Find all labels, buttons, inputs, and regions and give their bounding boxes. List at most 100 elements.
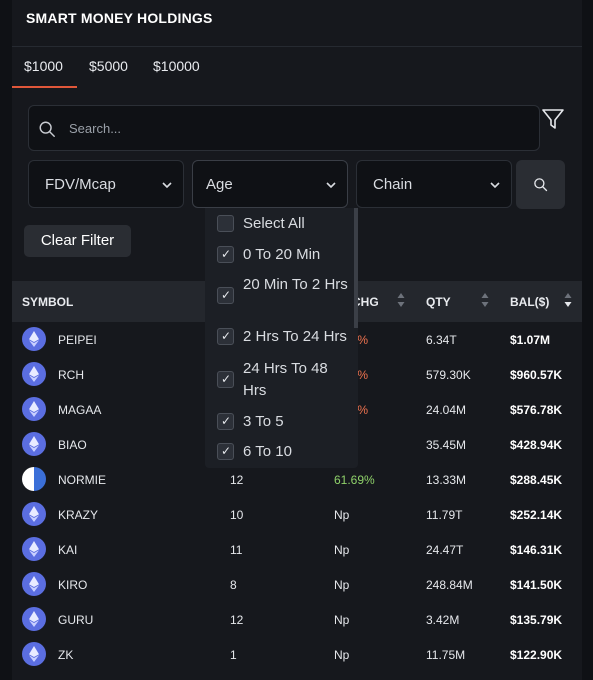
row-qty: 6.34T bbox=[426, 333, 457, 347]
age-option[interactable]: ✓ 0 To 20 Min bbox=[205, 244, 355, 266]
ethereum-icon bbox=[22, 607, 46, 631]
row-symbol: RCH bbox=[58, 368, 84, 382]
row-balance: $428.94K bbox=[510, 438, 563, 452]
row-qty: 13.33M bbox=[426, 473, 467, 487]
option-label: 3 To 5 bbox=[243, 413, 284, 430]
row-symbol: MAGAA bbox=[58, 403, 102, 417]
row-age: 10 bbox=[230, 508, 244, 522]
ethereum-icon bbox=[22, 467, 46, 491]
search-icon bbox=[534, 178, 548, 192]
row-symbol: KRAZY bbox=[58, 508, 99, 522]
row-balance: $146.31K bbox=[510, 543, 563, 557]
smart-money-panel: SMART MONEY HOLDINGS $1000 $5000 $10000 … bbox=[12, 0, 582, 680]
option-label: 24 Hrs To 48 Hrs bbox=[243, 360, 328, 399]
age-option[interactable]: Select All bbox=[205, 213, 355, 235]
chain-label: Chain bbox=[373, 176, 413, 193]
age-label: Age bbox=[206, 176, 233, 193]
row-balance: $1.07M bbox=[510, 333, 551, 347]
active-tab-indicator bbox=[12, 86, 77, 88]
check-icon: ✓ bbox=[221, 247, 232, 261]
row-balance: $135.79K bbox=[510, 613, 563, 627]
option-label: Select All bbox=[243, 215, 305, 232]
check-icon: ✓ bbox=[221, 372, 232, 386]
ethereum-icon bbox=[22, 642, 46, 666]
row-symbol: KAI bbox=[58, 543, 78, 557]
option-label: 0 To 20 Min bbox=[243, 246, 321, 263]
fdv-mcap-select[interactable]: FDV/Mcap bbox=[28, 160, 184, 208]
check-icon: ✓ bbox=[221, 288, 232, 302]
row-age: 8 bbox=[230, 578, 237, 592]
check-icon: ✓ bbox=[221, 444, 232, 458]
clear-filter-button[interactable]: Clear Filter bbox=[24, 225, 131, 257]
table-row[interactable]: KIRO 8 Np 248.84M $141.50K bbox=[12, 567, 582, 602]
column-balance[interactable]: BAL($) bbox=[510, 295, 549, 309]
tab-1000[interactable]: $1000 bbox=[24, 58, 63, 74]
chevron-down-icon bbox=[326, 182, 336, 189]
fdv-mcap-label: FDV/Mcap bbox=[45, 176, 116, 193]
row-symbol: NORMIE bbox=[58, 473, 106, 487]
age-option[interactable]: ✓ 24 Hrs To 48 Hrs bbox=[205, 358, 355, 402]
table-row[interactable]: KRAZY 10 Np 11.79T $252.14K bbox=[12, 497, 582, 532]
page-title: SMART MONEY HOLDINGS bbox=[26, 10, 213, 26]
search-input[interactable] bbox=[69, 106, 529, 150]
chevron-down-icon bbox=[490, 182, 500, 189]
row-balance: $122.90K bbox=[510, 648, 563, 662]
age-option[interactable]: ✓ 20 Min To 2 Hrs bbox=[205, 274, 355, 318]
row-qty: 35.45M bbox=[426, 438, 467, 452]
ethereum-icon bbox=[22, 327, 46, 351]
row-age: 12 bbox=[230, 473, 244, 487]
option-checkbox[interactable] bbox=[217, 215, 234, 232]
row-balance: $288.45K bbox=[510, 473, 563, 487]
row-change: Np bbox=[334, 508, 350, 522]
check-icon: ✓ bbox=[221, 414, 232, 428]
tab-5000[interactable]: $5000 bbox=[89, 58, 128, 74]
option-checkbox[interactable]: ✓ bbox=[217, 413, 234, 430]
age-option[interactable]: ✓ 6 To 10 bbox=[205, 441, 355, 463]
row-symbol: ZK bbox=[58, 648, 74, 662]
option-checkbox[interactable]: ✓ bbox=[217, 328, 234, 345]
row-qty: 11.75M bbox=[426, 648, 466, 662]
row-change: Np bbox=[334, 613, 350, 627]
row-age: 11 bbox=[230, 543, 243, 557]
sort-icon[interactable] bbox=[481, 292, 489, 308]
row-change: Np bbox=[334, 543, 350, 557]
ethereum-icon bbox=[22, 362, 46, 386]
ethereum-icon bbox=[22, 397, 46, 421]
row-balance: $576.78K bbox=[510, 403, 563, 417]
option-checkbox[interactable]: ✓ bbox=[217, 287, 234, 304]
ethereum-icon bbox=[22, 502, 46, 526]
sort-icon[interactable] bbox=[397, 292, 405, 308]
chevron-down-icon bbox=[162, 182, 172, 189]
table-row[interactable]: GURU 12 Np 3.42M $135.79K bbox=[12, 602, 582, 637]
row-change: Np bbox=[334, 578, 350, 592]
row-balance: $141.50K bbox=[510, 578, 563, 592]
table-row[interactable]: KAI 11 Np 24.47T $146.31K bbox=[12, 532, 582, 567]
row-balance: $252.14K bbox=[510, 508, 563, 522]
apply-search-button[interactable] bbox=[516, 160, 565, 209]
row-symbol: PEIPEI bbox=[58, 333, 97, 347]
column-symbol[interactable]: SYMBOL bbox=[22, 295, 73, 309]
age-option[interactable]: ✓ 3 To 5 bbox=[205, 411, 355, 433]
option-label: 2 Hrs To 24 Hrs bbox=[243, 328, 347, 345]
row-age: 1 bbox=[230, 648, 237, 662]
tab-10000[interactable]: $10000 bbox=[153, 58, 200, 74]
row-qty: 3.42M bbox=[426, 613, 460, 627]
option-checkbox[interactable]: ✓ bbox=[217, 443, 234, 460]
row-qty: 24.47T bbox=[426, 543, 464, 557]
filter-icon[interactable] bbox=[541, 107, 565, 131]
chain-select[interactable]: Chain bbox=[356, 160, 512, 208]
row-change: Np bbox=[334, 648, 350, 662]
sort-icon[interactable] bbox=[564, 292, 572, 308]
option-checkbox[interactable]: ✓ bbox=[217, 371, 234, 388]
option-checkbox[interactable]: ✓ bbox=[217, 246, 234, 263]
row-qty: 24.04M bbox=[426, 403, 467, 417]
search-box bbox=[28, 105, 540, 151]
row-symbol: GURU bbox=[58, 613, 94, 627]
age-select[interactable]: Age bbox=[192, 160, 348, 208]
table-row[interactable]: ZK 1 Np 11.75M $122.90K bbox=[12, 637, 582, 672]
column-qty[interactable]: QTY bbox=[426, 295, 451, 309]
option-label: 6 To 10 bbox=[243, 443, 292, 460]
age-option[interactable]: ✓ 2 Hrs To 24 Hrs bbox=[205, 326, 355, 348]
check-icon: ✓ bbox=[221, 329, 232, 343]
search-icon bbox=[39, 121, 55, 137]
